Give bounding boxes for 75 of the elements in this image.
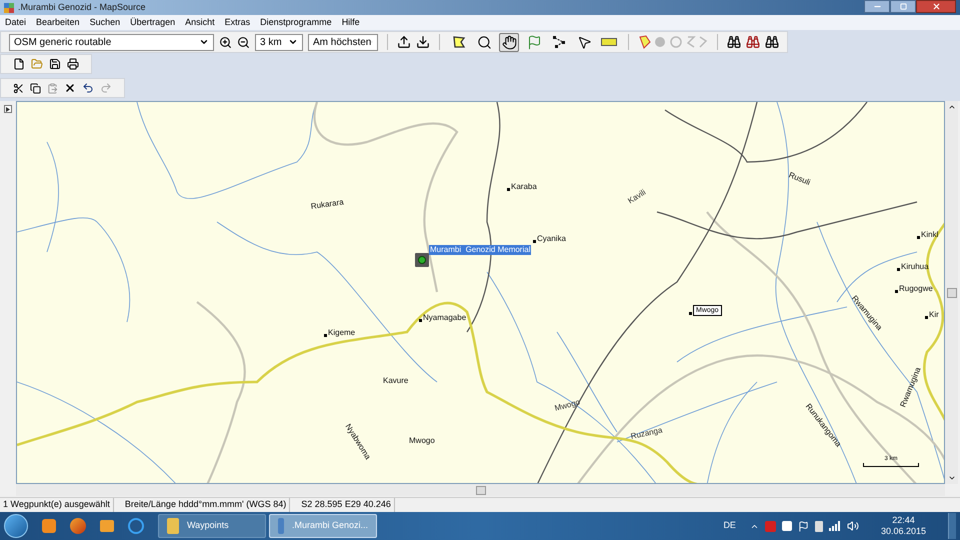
close-button[interactable] xyxy=(916,0,956,13)
maximize-icon xyxy=(900,3,906,10)
minimize-button[interactable] xyxy=(864,0,890,13)
route-points-icon xyxy=(552,35,566,49)
horizontal-scrollbar[interactable] xyxy=(16,484,945,496)
window-icon xyxy=(278,518,284,534)
map-product-dropdown[interactable]: OSM generic routable xyxy=(9,34,214,50)
map-tool-button[interactable] xyxy=(499,32,519,52)
window-icon xyxy=(167,518,179,534)
close-icon xyxy=(932,2,940,11)
menu-item[interactable]: Bearbeiten xyxy=(36,16,80,30)
map-label: Kavure xyxy=(383,376,408,386)
menu-item[interactable]: Datei xyxy=(5,16,26,30)
window-title: .Murambi Genozid - MapSource xyxy=(18,0,146,14)
map-label: Kigeme xyxy=(328,328,356,338)
waypoint-marker[interactable] xyxy=(415,253,429,267)
expand-arrow-icon xyxy=(6,106,10,112)
map-label: Mwogo xyxy=(554,398,582,414)
map-label: Rugogwe xyxy=(899,284,933,294)
scroll-thumb[interactable] xyxy=(946,288,956,298)
menu-item[interactable]: Hilfe xyxy=(342,16,360,30)
scroll-down-icon xyxy=(948,474,956,482)
vertical-scrollbar[interactable] xyxy=(945,101,958,484)
language-indicator[interactable]: DE xyxy=(723,519,736,533)
upload-icon[interactable] xyxy=(397,35,411,49)
zoom-scale-dropdown[interactable]: 3 km xyxy=(255,34,303,50)
map-label: Nyamagabe xyxy=(423,313,466,323)
paste-icon[interactable] xyxy=(47,82,58,94)
undo-icon[interactable] xyxy=(82,82,94,94)
hand-icon xyxy=(502,34,516,50)
map-label: Kir xyxy=(929,310,939,320)
scroll-up-icon xyxy=(948,103,956,111)
start-button[interactable] xyxy=(4,514,28,538)
speaker-icon[interactable] xyxy=(846,520,859,532)
flag-tray-icon[interactable] xyxy=(798,520,809,532)
copy-icon[interactable] xyxy=(30,82,41,94)
zoom-out-icon[interactable] xyxy=(237,36,250,48)
taskbar-window-button[interactable]: Waypoints xyxy=(158,514,266,538)
map-label: Cyanika xyxy=(537,234,566,244)
delete-icon[interactable] xyxy=(64,82,76,94)
scroll-thumb[interactable] xyxy=(476,486,486,494)
scale-bar-icon xyxy=(863,463,919,467)
ruler-icon xyxy=(601,38,617,46)
scissors-icon[interactable] xyxy=(13,82,24,94)
magnifier-icon xyxy=(476,34,492,50)
printer-icon[interactable] xyxy=(67,58,79,70)
map-label: Rukarara xyxy=(310,197,344,212)
save-icon[interactable] xyxy=(49,58,61,70)
map-label: Karaba xyxy=(511,182,537,192)
map-label: Ruzanga xyxy=(630,425,664,442)
menu-item[interactable]: Extras xyxy=(224,16,250,30)
signal-bars-icon[interactable] xyxy=(828,521,841,531)
flag-icon xyxy=(526,34,542,50)
open-folder-icon[interactable] xyxy=(31,58,43,70)
new-file-icon[interactable] xyxy=(13,58,25,70)
detail-dropdown[interactable]: Am höchsten xyxy=(308,34,378,50)
menu-item[interactable]: Suchen xyxy=(90,16,120,30)
clock-time: 22:44 xyxy=(892,515,915,526)
app-icon xyxy=(4,2,14,12)
binoculars-icon[interactable] xyxy=(727,35,741,49)
zoom-in-icon[interactable] xyxy=(219,36,232,48)
map-label: Rusuli xyxy=(787,170,812,188)
menu-item[interactable]: Übertragen xyxy=(130,16,176,30)
clock-date: 30.06.2015 xyxy=(880,526,926,537)
download-icon[interactable] xyxy=(416,35,430,49)
flag-outline-icon xyxy=(452,35,466,49)
clock[interactable]: 22:44 30.06.2015 xyxy=(872,515,934,537)
track-tools-icon[interactable] xyxy=(638,35,708,49)
pointer-icon xyxy=(576,34,592,50)
waypoint-label[interactable]: Murambi Genozid Memorial xyxy=(429,245,532,255)
menu-item[interactable]: Dienstprogramme xyxy=(260,16,332,30)
panel-expand-button[interactable] xyxy=(4,105,12,113)
maximize-button[interactable] xyxy=(890,0,916,13)
map-label: Mwogo xyxy=(409,436,435,446)
menu-item[interactable]: Ansicht xyxy=(185,16,215,30)
